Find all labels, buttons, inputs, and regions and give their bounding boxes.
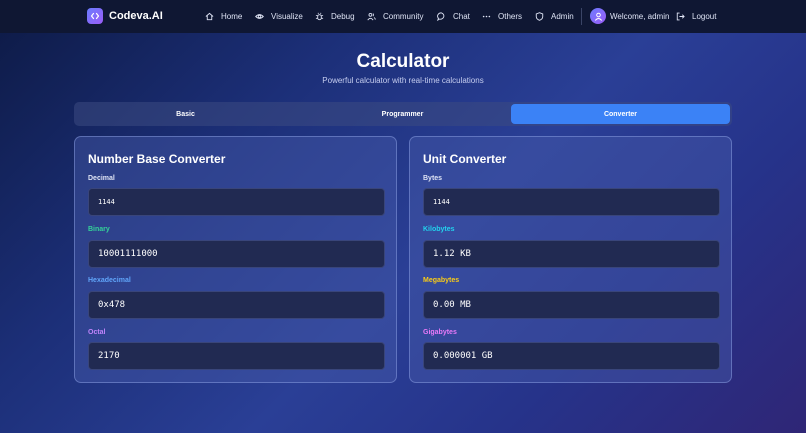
card-title: Unit Converter [423, 152, 507, 166]
code-logo-icon [87, 8, 103, 24]
hexadecimal-label: Hexadecimal [88, 277, 131, 284]
unit-converter-card: Unit Converter Bytes 1144 Kilobytes 1.12… [409, 136, 732, 383]
nav-item-label: Chat [453, 12, 470, 21]
nav-item-community[interactable]: Community [367, 0, 423, 33]
binary-label: Binary [88, 226, 110, 233]
card-title: Number Base Converter [88, 152, 226, 166]
users-icon [367, 12, 376, 21]
nav-item-label: Debug [331, 12, 355, 21]
nav-item-label: Home [221, 12, 243, 21]
nav-divider [581, 8, 582, 25]
nav-item-label: Visualize [271, 12, 303, 21]
user-icon [594, 12, 602, 21]
kilobytes-label: Kilobytes [423, 226, 455, 233]
gigabytes-label: Gigabytes [423, 329, 457, 336]
nav-item-visualize[interactable]: Visualize [255, 0, 303, 33]
welcome-text: Welcome, admin [610, 0, 669, 33]
home-icon [205, 12, 214, 21]
octal-output[interactable]: 2170 [88, 342, 385, 370]
shield-icon [535, 12, 544, 21]
chat-icon [437, 12, 445, 21]
nav-item-label: Admin [551, 12, 574, 21]
bytes-label: Bytes [423, 175, 443, 182]
page-title: Calculator [356, 51, 450, 72]
brand-name: Codeva.AI [109, 10, 163, 22]
megabytes-output[interactable]: 0.00 MB [423, 291, 720, 319]
binary-output[interactable]: 10001111000 [88, 240, 385, 268]
bug-icon [315, 12, 324, 21]
logout-icon [676, 12, 685, 21]
tab-programmer[interactable]: Programmer [293, 104, 512, 124]
number-base-converter-card: Number Base Converter Decimal 1144 Binar… [74, 136, 397, 383]
calculator-tabs: Basic Programmer Converter [74, 102, 732, 126]
decimal-label: Decimal [88, 175, 115, 182]
megabytes-label: Megabytes [423, 277, 460, 284]
nav-item-label: Community [383, 12, 424, 21]
nav-item-debug[interactable]: Debug [315, 0, 355, 33]
octal-label: Octal [88, 329, 106, 336]
tab-converter[interactable]: Converter [511, 104, 730, 124]
brand[interactable]: Codeva.AI [87, 8, 163, 24]
ellipsis-icon [482, 15, 491, 18]
nav-item-chat[interactable]: Chat [437, 0, 470, 33]
top-navbar: Codeva.AI Home Visualize Debug Community… [0, 0, 806, 33]
nav-item-admin[interactable]: Admin [535, 0, 574, 33]
welcome-label: Welcome, admin [610, 12, 670, 21]
nav-item-label: Others [498, 12, 523, 21]
kilobytes-output[interactable]: 1.12 KB [423, 240, 720, 268]
tab-basic[interactable]: Basic [76, 104, 295, 124]
gigabytes-output[interactable]: 0.000001 GB [423, 342, 720, 370]
hexadecimal-output[interactable]: 0x478 [88, 291, 385, 319]
decimal-input[interactable]: 1144 [88, 188, 385, 216]
nav-item-home[interactable]: Home [205, 0, 242, 33]
page-subtitle: Powerful calculator with real-time calcu… [322, 76, 484, 85]
bytes-input[interactable]: 1144 [423, 188, 720, 216]
eye-icon [255, 14, 264, 19]
logout-button[interactable]: Logout [676, 0, 716, 33]
nav-item-others[interactable]: Others [482, 0, 522, 33]
avatar[interactable] [590, 8, 606, 24]
logout-label: Logout [692, 12, 717, 21]
